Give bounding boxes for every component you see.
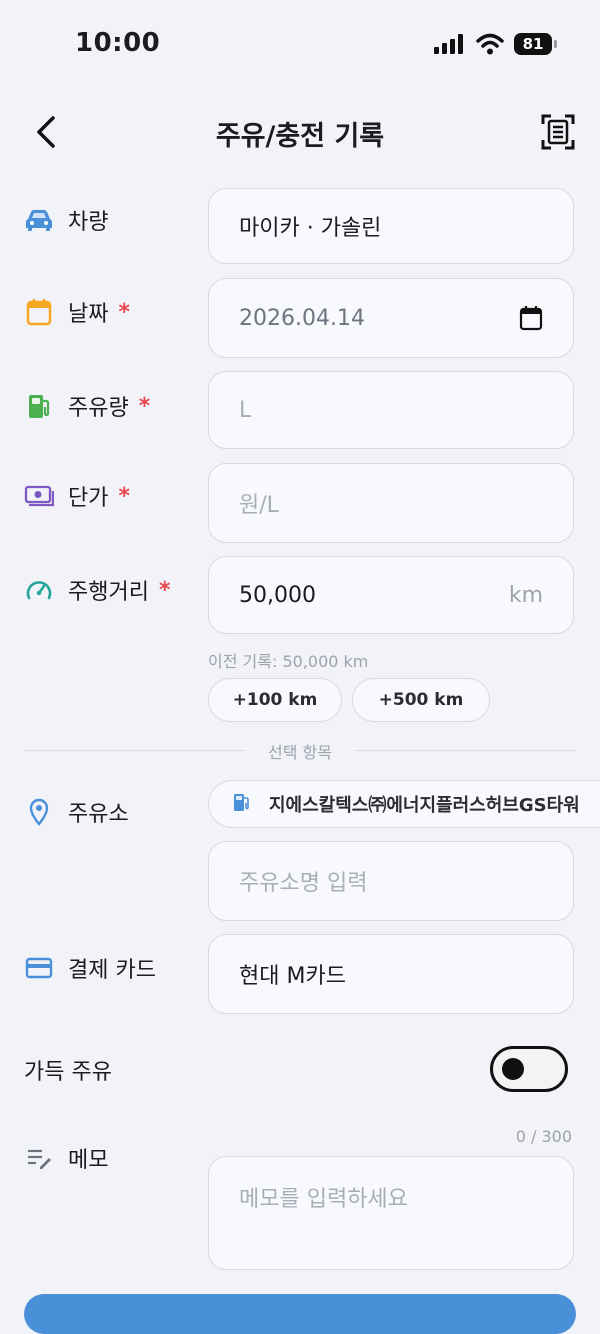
- card-select[interactable]: 현대 M카드: [208, 934, 574, 1014]
- station-label: 주유소: [68, 802, 129, 827]
- add-100km-button[interactable]: +100 km: [208, 678, 342, 722]
- price-label-row: 단가 *: [24, 480, 130, 512]
- memo-edit-icon: [24, 1143, 54, 1173]
- amount-input[interactable]: L: [208, 371, 574, 449]
- full-fuel-toggle[interactable]: [490, 1046, 568, 1092]
- optional-section-label: 선택 항목: [268, 743, 332, 762]
- calendar-icon: [24, 297, 54, 327]
- memo-counter: 0 / 300: [515, 1127, 572, 1146]
- card-label-row: 결제 카드: [24, 952, 156, 984]
- divider-left: [24, 750, 246, 751]
- date-label-row: 날짜 *: [24, 296, 130, 328]
- vehicle-label-row: 차량: [24, 204, 108, 236]
- unit-price-input[interactable]: 원/L: [208, 463, 574, 543]
- amount-placeholder: L: [239, 397, 252, 423]
- odometer-previous-hint: 이전 기록: 50,000 km: [208, 652, 369, 671]
- vehicle-select[interactable]: 마이카 · 가솔린: [208, 188, 574, 264]
- required-mark: *: [118, 299, 130, 325]
- card-value: 현대 M카드: [239, 964, 346, 989]
- station-suggestion-chip[interactable]: 지에스칼텍스㈜에너지플러스허브GS타워: [208, 780, 600, 828]
- station-suggestion-name: 지에스칼텍스㈜에너지플러스허브GS타워: [269, 795, 580, 816]
- car-icon: [24, 205, 54, 235]
- memo-label: 메모: [68, 1148, 109, 1173]
- vehicle-value: 마이카 · 가솔린: [239, 216, 382, 241]
- status-time: 10:00: [75, 28, 161, 58]
- date-field[interactable]: 2026.04.14: [208, 278, 574, 358]
- memo-textarea[interactable]: 메모를 입력하세요: [208, 1156, 574, 1270]
- full-fuel-label: 가득 주유: [24, 1060, 112, 1085]
- credit-card-icon: [24, 953, 54, 983]
- calendar-picker-icon[interactable]: [519, 305, 543, 331]
- amount-label: 주유량: [68, 396, 129, 421]
- location-pin-icon: [24, 797, 54, 827]
- station-placeholder: 주유소명 입력: [239, 871, 368, 896]
- amount-label-row: 주유량 *: [24, 390, 150, 422]
- required-mark: *: [158, 577, 171, 603]
- money-icon: [24, 481, 54, 511]
- fuel-pump-icon: [233, 792, 251, 817]
- scan-receipt-button[interactable]: [538, 112, 578, 152]
- page-title: 주유/충전 기록: [215, 121, 385, 152]
- station-name-input[interactable]: 주유소명 입력: [208, 841, 574, 921]
- navigation-bar: 주유/충전 기록: [0, 100, 600, 164]
- divider-right: [354, 750, 576, 751]
- odometer-unit: km: [508, 582, 543, 608]
- speedometer-icon: [24, 575, 54, 605]
- price-label: 단가: [68, 486, 109, 511]
- toggle-knob: [502, 1058, 524, 1080]
- station-label-row: 주유소: [24, 796, 129, 828]
- odometer-label-row: 주행거리 *: [24, 574, 170, 606]
- vehicle-label: 차량: [68, 210, 109, 235]
- card-label: 결제 카드: [68, 958, 156, 983]
- required-mark: *: [138, 393, 151, 419]
- status-icons: 81: [434, 30, 557, 58]
- odometer-value: 50,000: [239, 582, 316, 608]
- wifi-icon: [476, 33, 504, 55]
- odometer-label: 주행거리: [68, 580, 149, 605]
- odometer-input[interactable]: 50,000 km: [208, 556, 574, 634]
- add-500km-button[interactable]: +500 km: [352, 678, 490, 722]
- status-bar: 10:00 81: [0, 0, 600, 90]
- battery-indicator: 81: [514, 33, 557, 55]
- date-value: 2026.04.14: [239, 305, 365, 331]
- required-mark: *: [118, 483, 130, 509]
- date-label: 날짜: [68, 302, 109, 327]
- memo-placeholder: 메모를 입력하세요: [239, 1187, 408, 1212]
- fuel-pump-icon: [24, 391, 54, 421]
- save-button[interactable]: [24, 1294, 576, 1334]
- signal-icon: [434, 34, 463, 54]
- memo-label-row: 메모: [24, 1142, 108, 1174]
- receipt-scan-icon: [541, 114, 575, 150]
- unit-price-placeholder: 원/L: [239, 493, 279, 518]
